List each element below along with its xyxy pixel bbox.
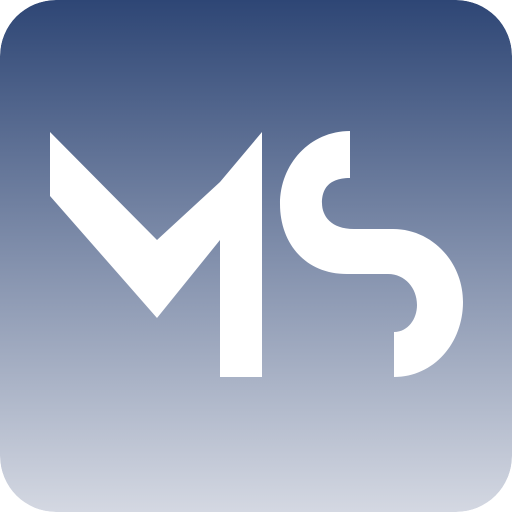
- app-icon-graphic: MS: [0, 0, 512, 512]
- app-icon[interactable]: MS: [0, 0, 512, 512]
